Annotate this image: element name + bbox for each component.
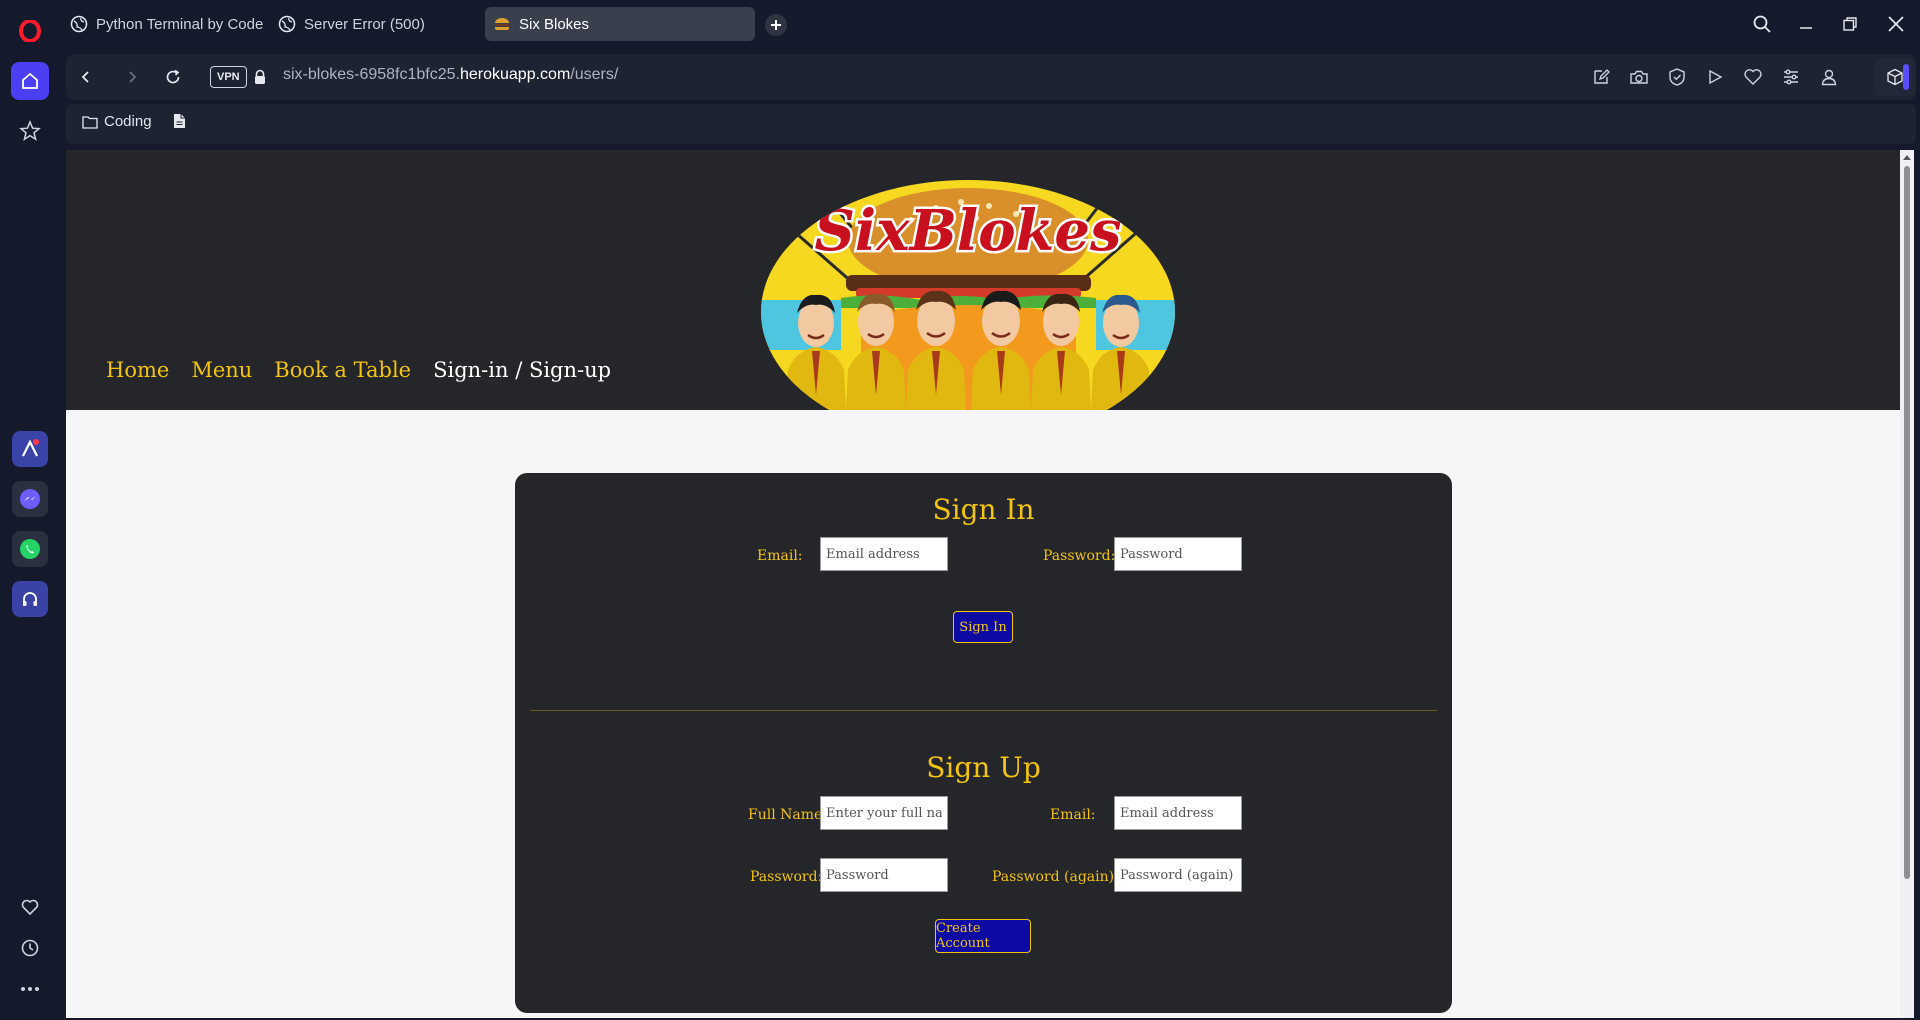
- folder-icon: [82, 115, 98, 129]
- burger-favicon-icon: [495, 18, 509, 30]
- whatsapp-icon[interactable]: [12, 531, 48, 567]
- document-icon: [174, 114, 185, 128]
- signup-password-label: Password:: [750, 869, 823, 885]
- bookmark-document[interactable]: [172, 113, 186, 129]
- url-domain: herokuapp.com: [459, 66, 571, 83]
- tab-label: Python Terminal by Code: [96, 15, 264, 33]
- signup-title: Sign Up: [926, 751, 1041, 784]
- new-tab-plus-icon[interactable]: [765, 14, 787, 36]
- signin-button[interactable]: Sign In: [953, 611, 1013, 643]
- auth-card: Sign In Email: Password: Sign In Sign Up…: [515, 473, 1452, 1013]
- aria-icon[interactable]: [12, 431, 48, 467]
- forward-arrow-icon[interactable]: [121, 66, 143, 88]
- pinboards-heart-icon[interactable]: [11, 888, 49, 926]
- signup-password-input[interactable]: [820, 858, 948, 892]
- url-path: /users/: [570, 66, 619, 83]
- opera-sidebar: [0, 0, 60, 1020]
- restore-icon[interactable]: [1838, 12, 1862, 36]
- globe-icon: [70, 15, 88, 33]
- signup-password-again-label: Password (again):: [992, 869, 1119, 885]
- bookmark-label: Coding: [104, 113, 152, 130]
- search-tabs-icon[interactable]: [1750, 12, 1774, 36]
- reload-icon[interactable]: [162, 66, 184, 88]
- profile-icon[interactable]: [1818, 66, 1840, 88]
- camera-snapshot-icon[interactable]: [1628, 66, 1650, 88]
- back-arrow-icon[interactable]: [75, 66, 97, 88]
- nav-book-table[interactable]: Book a Table: [274, 358, 411, 382]
- site-header: Home Menu Book a Table Sign-in / Sign-up: [66, 150, 1900, 410]
- vpn-badge[interactable]: VPN: [210, 66, 247, 88]
- six-blokes-logo[interactable]: SixBlokes: [761, 180, 1176, 410]
- create-account-button[interactable]: Create Account: [935, 919, 1031, 953]
- scroll-thumb[interactable]: [1904, 166, 1910, 879]
- opera-logo-icon[interactable]: [11, 12, 49, 50]
- scroll-up-arrow-icon[interactable]: [1903, 153, 1911, 161]
- tab-bar: Python Terminal by Code Server Error (50…: [60, 0, 1920, 48]
- page-scrollbar[interactable]: [1900, 150, 1914, 1018]
- sidebar-indicator: [1903, 64, 1909, 90]
- signup-email-label: Email:: [1050, 807, 1096, 823]
- globe-icon: [278, 15, 296, 33]
- tab-server-error[interactable]: Server Error (500): [278, 7, 468, 41]
- home-icon[interactable]: [11, 62, 49, 100]
- signup-password-again-input[interactable]: [1114, 858, 1242, 892]
- url-field[interactable]: six-blokes-6958fc1bfc25.herokuapp.com/us…: [283, 66, 618, 84]
- nav-menu[interactable]: Menu: [191, 358, 252, 382]
- signin-password-label: Password:: [1043, 548, 1116, 564]
- tab-python-terminal[interactable]: Python Terminal by Code: [70, 7, 275, 41]
- nav-home[interactable]: Home: [106, 358, 169, 382]
- page-viewport: Home Menu Book a Table Sign-in / Sign-up: [66, 150, 1900, 1018]
- speed-dial-star-icon[interactable]: [11, 112, 49, 150]
- close-window-icon[interactable]: [1884, 12, 1908, 36]
- tab-label: Server Error (500): [304, 15, 425, 33]
- site-nav: Home Menu Book a Table Sign-in / Sign-up: [106, 358, 611, 382]
- signup-email-input[interactable]: [1114, 796, 1242, 830]
- signin-email-label: Email:: [757, 548, 803, 564]
- minimize-icon[interactable]: [1794, 12, 1818, 36]
- signin-title: Sign In: [932, 493, 1035, 526]
- shield-adblock-icon[interactable]: [1666, 66, 1688, 88]
- extensions-area: [1875, 58, 1915, 96]
- bookmarks-bar: Coding: [66, 104, 1916, 144]
- lock-icon[interactable]: [249, 66, 271, 88]
- edit-page-icon[interactable]: [1590, 66, 1612, 88]
- section-divider: [530, 710, 1437, 711]
- signin-password-input[interactable]: [1114, 537, 1242, 571]
- nav-signin-signup[interactable]: Sign-in / Sign-up: [433, 358, 611, 382]
- signup-fullname-input[interactable]: [820, 796, 948, 830]
- messenger-icon[interactable]: [12, 481, 48, 517]
- bookmark-folder-coding[interactable]: Coding: [82, 113, 152, 130]
- url-prefix: six-blokes-6958fc1bfc25.: [283, 66, 460, 83]
- signup-fullname-label: Full Name:: [748, 807, 828, 823]
- logo-text: SixBlokes: [814, 198, 1121, 264]
- history-clock-icon[interactable]: [11, 929, 49, 967]
- play-send-icon[interactable]: [1704, 66, 1726, 88]
- music-player-icon[interactable]: [12, 581, 48, 617]
- tab-six-blokes[interactable]: Six Blokes: [485, 7, 755, 41]
- easy-setup-sliders-icon[interactable]: [1780, 66, 1802, 88]
- heart-icon[interactable]: [1742, 66, 1764, 88]
- address-bar-row: VPN six-blokes-6958fc1bfc25.herokuapp.co…: [66, 54, 1916, 100]
- more-dots-icon[interactable]: [11, 970, 49, 1008]
- tab-label: Six Blokes: [519, 15, 590, 33]
- signin-email-input[interactable]: [820, 537, 948, 571]
